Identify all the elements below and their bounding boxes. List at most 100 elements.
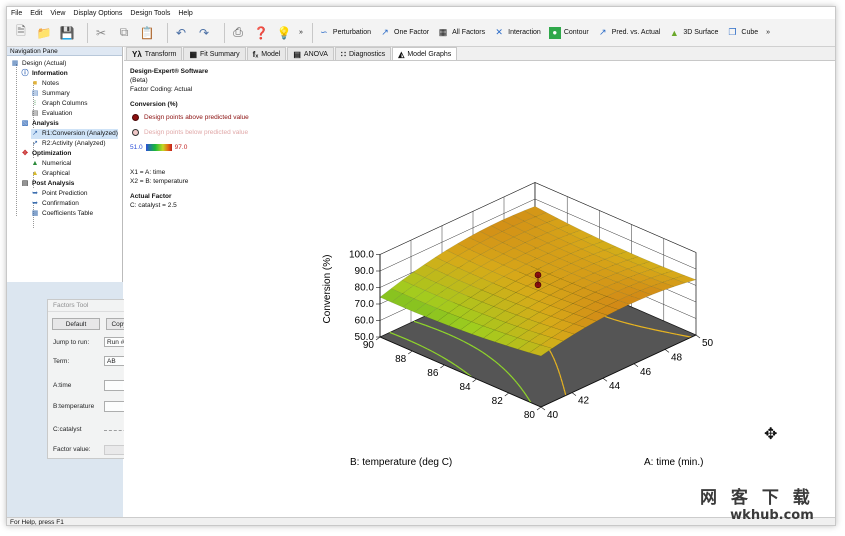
z-tick-label: 70.0 [355,299,375,310]
undo-icon[interactable]: ↶ [173,25,189,41]
nav-summary-label: Summary [42,90,70,97]
open-folder-icon[interactable]: 📁 [36,25,52,41]
nav-post-analysis[interactable]: ▤ Post Analysis [21,179,75,189]
nav-post-analysis-label: Post Analysis [32,180,75,187]
all-factors-button[interactable]: ▦ All Factors [437,27,485,39]
perturbation-label: Perturbation [332,29,372,36]
contour-button[interactable]: ● Contour [548,26,589,39]
tab-bar: Yλ Transform ▦ Fit Summary fₓ Model ▤ ANOVA … [124,47,835,61]
cut-icon[interactable]: ✂ [93,25,109,41]
nav-graph-columns[interactable]: ⁝ Graph Columns [31,99,88,109]
y-tick-label: 80 [524,410,536,421]
tab-model[interactable]: fₓ Model [246,47,287,60]
watermark: 网 客 下 载 wkhub.com [700,483,814,523]
redo-icon[interactable]: ↷ [196,25,212,41]
factors-tool-title: Factors Tool [53,302,89,309]
tab-fit-summary-label: Fit Summary [200,50,240,58]
menu-view[interactable]: View [50,10,65,17]
interaction-button[interactable]: ✕ Interaction [493,27,540,39]
response-icon: ↗ [32,140,38,147]
nav-evaluation[interactable]: ▤ Evaluation [31,109,73,119]
nav-r2[interactable]: ↗ R2:Activity (Analyzed) [31,139,106,149]
menu-edit[interactable]: Edit [30,10,42,17]
nav-optimization[interactable]: ✥ Optimization [21,149,71,159]
contour-line [508,373,511,376]
x-tick [633,363,639,368]
tab-fit-summary[interactable]: ▦ Fit Summary [183,47,246,60]
all-factors-icon: ▦ [438,27,448,37]
nav-graphical-label: Graphical [42,170,70,177]
nav-notes-label: Notes [42,80,59,87]
nav-notes[interactable]: ■ Notes [31,79,59,89]
y-tick [408,350,413,355]
diagnostics-icon: ∷ [340,49,346,59]
tab-model-graphs[interactable]: ◭ Model Graphs [392,47,458,60]
model-graphs-icon: ◭ [398,49,405,59]
tab-transform[interactable]: Yλ Transform [126,47,183,60]
nav-numerical-label: Numerical [42,160,72,167]
point-prediction-icon: ➥ [32,190,38,197]
x-tick [571,392,577,396]
nav-numerical[interactable]: ▲ Numerical [31,159,72,169]
x-tick-label: 46 [640,367,652,378]
interaction-icon: ✕ [495,27,503,37]
save-icon[interactable]: 💾 [59,25,75,41]
tab-model-label: Model [261,50,281,58]
y-tick [536,406,542,411]
y-tick-label: 90 [363,340,375,351]
nav-root[interactable]: ▦ Design (Actual) [11,59,67,69]
z-axis-title: Conversion (%) [322,255,333,324]
folder-icon: ■ [32,80,38,87]
y-tick-label: 84 [459,382,471,393]
nav-confirmation[interactable]: ➥ Confirmation [31,199,79,209]
menu-bar: File Edit View Display Options Design To… [7,7,835,19]
tip-icon[interactable]: 💡 [276,25,292,41]
toolbar-overflow[interactable]: » [766,29,770,36]
menu-file[interactable]: File [11,10,22,17]
cube-button[interactable]: ❐ Cube [726,27,758,39]
new-file-icon[interactable]: 🗎 [13,24,29,41]
nav-summary[interactable]: ▤ Summary [31,89,70,99]
3d-surface-button[interactable]: ▲ 3D Surface [668,27,719,39]
y-tick-label: 88 [395,354,407,365]
nav-tree: ▦ Design (Actual) ⓘ Information ■ Notes ▤ Su… [7,56,122,282]
perturbation-button[interactable]: ∽ Perturbation [318,27,371,39]
z-tick-label: 90.0 [355,266,375,277]
y-tick-label: 86 [427,368,439,379]
contour-line [624,321,628,324]
nav-confirmation-label: Confirmation [42,200,79,207]
menu-design-tools[interactable]: Design Tools [130,10,170,17]
one-factor-button[interactable]: ↗ One Factor [379,27,429,39]
surface-plot[interactable]: 50.060.070.080.090.0100.0404244464850808… [124,61,836,517]
toolbar-separator [87,22,88,43]
tab-anova[interactable]: ▤ ANOVA [287,47,334,60]
paste-icon[interactable]: 📋 [139,25,155,41]
x-tick [695,334,701,339]
nav-r1[interactable]: ↗ R1:Conversion (Analyzed) [31,129,118,139]
toolbar: 🗎 📁 💾 ✂ ⧉ 📋 ↶ ↷ ⎙ ❓ 💡 » ∽ Perturbation ↗ O… [7,19,835,47]
nav-analysis[interactable]: ▧ Analysis [21,119,59,129]
nav-graph-columns-label: Graph Columns [42,100,88,107]
info-icon: ⓘ [21,70,29,77]
contour-line [564,391,567,395]
nav-graphical[interactable]: ▲ Graphical [31,169,70,179]
transform-icon: Yλ [132,49,142,59]
evaluation-icon: ▤ [31,110,39,117]
pred-vs-actual-button[interactable]: ↗ Pred. vs. Actual [597,27,660,39]
nav-point-prediction[interactable]: ➥ Point Prediction [31,189,88,199]
toolbar-overflow[interactable]: » [299,29,303,36]
toolbar-separator [167,22,168,43]
contour-label: Contour [563,29,589,36]
copy-icon[interactable]: ⧉ [116,25,132,41]
nav-coefficients-table[interactable]: ▦ Coefficients Table [31,209,93,219]
toolbar-separator [224,22,225,43]
help-icon[interactable]: ❓ [253,25,269,41]
default-button[interactable]: Default [52,318,100,330]
menu-display-options[interactable]: Display Options [73,10,122,17]
z-tick-label: 100.0 [349,250,374,261]
menu-help[interactable]: Help [178,10,192,17]
print-icon[interactable]: ⎙ [230,25,246,41]
tab-diagnostics[interactable]: ∷ Diagnostics [334,47,392,60]
nav-information[interactable]: ⓘ Information [21,69,68,79]
nav-point-prediction-label: Point Prediction [42,190,88,197]
